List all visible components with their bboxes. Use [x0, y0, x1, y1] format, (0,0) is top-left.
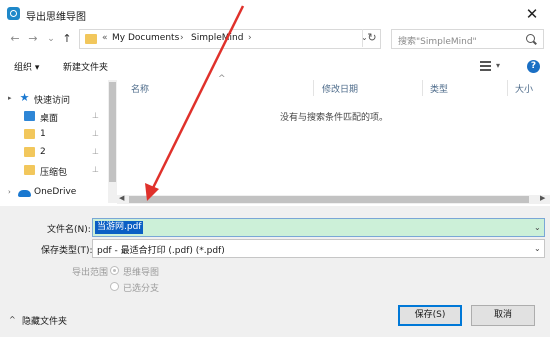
address-bar[interactable]: « My Documents › SimpleMind › ⌄ [79, 29, 381, 49]
breadcrumb-separator[interactable]: › [248, 33, 252, 43]
refresh-button[interactable]: ↻ [362, 29, 381, 47]
view-options-icon[interactable] [480, 61, 491, 71]
radio-selected-branch[interactable] [110, 282, 119, 291]
forward-button[interactable]: → [26, 31, 40, 47]
filetype-value: pdf - 最适合打印 (.pdf) (*.pdf) [97, 246, 225, 256]
sidebar-item-label: 2 [40, 147, 46, 157]
close-button[interactable]: ✕ [521, 4, 543, 24]
recent-locations-button[interactable]: ⌄ [44, 31, 58, 47]
pin-icon: ⊥ [92, 165, 99, 174]
view-dropdown-icon[interactable]: ▾ [496, 61, 500, 70]
save-options-panel: 文件名(N): 当游网.pdf ⌄ 保存类型(T): pdf - 最适合打印 (… [0, 206, 550, 337]
desktop-icon [24, 111, 35, 121]
column-header-name[interactable]: 名称 [131, 82, 149, 95]
filetype-select[interactable]: pdf - 最适合打印 (.pdf) (*.pdf) ⌄ [92, 239, 545, 258]
file-list: ^ 名称 修改日期 类型 大小 没有与搜索条件匹配的项。 ◀ ▶ [117, 74, 550, 204]
breadcrumb-simplemind[interactable]: SimpleMind [191, 33, 243, 43]
search-icon[interactable] [526, 34, 535, 43]
sidebar-scrollbar[interactable] [108, 80, 117, 203]
sidebar-item-2[interactable]: 2 ⊥ [0, 144, 107, 162]
radio-mindmap-label: 思维导图 [123, 268, 160, 278]
scrollbar-thumb[interactable] [129, 196, 529, 203]
scroll-right-icon[interactable]: ▶ [540, 194, 545, 202]
sidebar-item-label: OneDrive [34, 187, 77, 197]
empty-message: 没有与搜索条件匹配的项。 [280, 113, 389, 123]
up-button[interactable]: ↑ [60, 31, 74, 47]
radio-mindmap[interactable] [110, 266, 119, 275]
navigation-bar: ← → ⌄ ↑ « My Documents › SimpleMind › ⌄ … [0, 28, 550, 50]
expand-icon[interactable]: ▸ [8, 94, 12, 102]
sidebar-item-label: 桌面 [40, 114, 59, 124]
chevron-down-icon[interactable]: ⌄ [534, 244, 541, 253]
column-divider[interactable] [422, 80, 423, 96]
filename-label: 文件名(N): [47, 225, 91, 235]
column-header-type[interactable]: 类型 [430, 82, 448, 95]
folder-icon [24, 147, 35, 157]
sidebar-item-1[interactable]: 1 ⊥ [0, 126, 107, 144]
folder-icon [24, 129, 35, 139]
organize-menu[interactable]: 组织 ▾ [14, 60, 39, 73]
scrollbar-thumb[interactable] [109, 82, 116, 182]
horizontal-scrollbar[interactable]: ◀ ▶ [117, 194, 550, 204]
sidebar-item-onedrive[interactable]: › OneDrive [0, 184, 107, 202]
help-icon[interactable]: ? [527, 60, 540, 73]
breadcrumb-my-documents[interactable]: My Documents [112, 33, 179, 43]
sidebar-item-desktop[interactable]: 桌面 ⊥ [0, 108, 107, 126]
pin-icon: ⊥ [92, 129, 99, 138]
navigation-pane: ▸ ★ 快速访问 桌面 ⊥ 1 ⊥ 2 ⊥ 压缩包 ⊥ › OneDrive [0, 80, 117, 203]
breadcrumb-overflow[interactable]: « [102, 33, 108, 43]
pin-icon: ⊥ [92, 111, 99, 120]
hide-folders-button[interactable]: 隐藏文件夹 [22, 314, 67, 327]
folder-icon [24, 165, 35, 175]
column-divider[interactable] [313, 80, 314, 96]
search-input[interactable]: 搜索"SimpleMind" [391, 29, 544, 49]
scroll-left-icon[interactable]: ◀ [119, 194, 124, 202]
breadcrumb-separator[interactable]: › [180, 33, 184, 43]
search-placeholder: 搜索"SimpleMind" [398, 37, 477, 47]
filetype-label: 保存类型(T): [41, 246, 93, 256]
window-title: 导出思维导图 [26, 12, 86, 23]
new-folder-button[interactable]: 新建文件夹 [63, 60, 108, 73]
expand-icon[interactable]: › [8, 188, 11, 196]
cancel-button[interactable]: 取消 [471, 305, 535, 326]
chevron-up-icon[interactable]: ^ [9, 315, 16, 324]
title-bar: 导出思维导图 ✕ [0, 0, 550, 28]
cloud-icon [18, 190, 31, 197]
save-button[interactable]: 保存(S) [398, 305, 462, 326]
column-divider[interactable] [507, 80, 508, 96]
sidebar-item-label: 压缩包 [40, 168, 68, 178]
column-header-size[interactable]: 大小 [515, 82, 533, 95]
back-button[interactable]: ← [8, 31, 22, 47]
sidebar-item-label: 1 [40, 129, 46, 139]
filename-field[interactable]: 当游网.pdf ⌄ [92, 218, 545, 237]
folder-icon [85, 34, 97, 44]
export-range-label: 导出范围 [72, 268, 109, 278]
pin-icon: ⊥ [92, 147, 99, 156]
star-icon: ★ [19, 91, 30, 104]
command-toolbar: 组织 ▾ 新建文件夹 ▾ ? [0, 55, 550, 77]
radio-selected-branch-label: 已选分支 [123, 284, 160, 294]
sidebar-item-label: 快速访问 [34, 96, 71, 106]
sidebar-item-archive[interactable]: 压缩包 ⊥ [0, 162, 107, 180]
sort-arrow-icon: ^ [218, 74, 226, 84]
sidebar-item-quick-access[interactable]: ▸ ★ 快速访问 [0, 90, 107, 108]
filename-value[interactable]: 当游网.pdf [95, 221, 144, 234]
column-header-modified[interactable]: 修改日期 [322, 82, 358, 95]
chevron-down-icon[interactable]: ⌄ [534, 223, 541, 232]
app-icon [7, 7, 20, 20]
